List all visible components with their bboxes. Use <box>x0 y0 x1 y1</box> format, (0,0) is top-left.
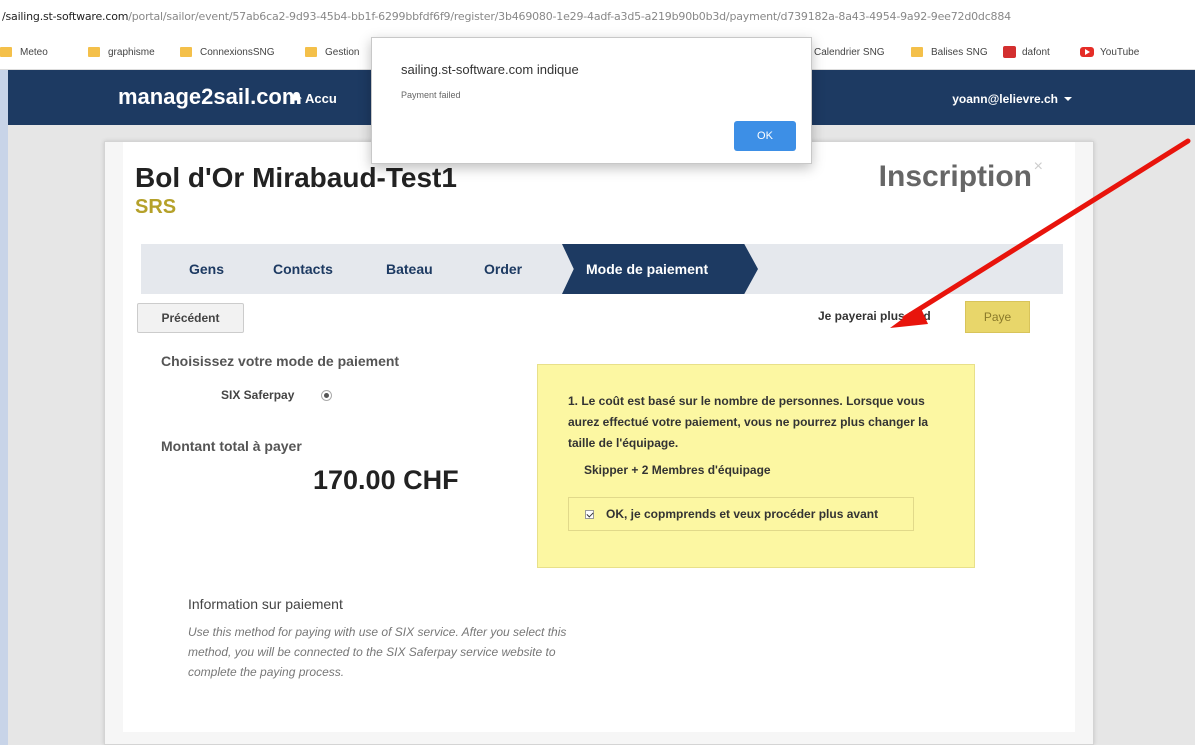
address-bar[interactable]: /sailing.st-software.com/portal/sailor/e… <box>0 0 1195 34</box>
bookmark-youtube[interactable]: YouTube <box>1080 44 1139 60</box>
bookmark-gestion[interactable]: Gestion <box>305 44 359 60</box>
event-title: Bol d'Or Mirabaud-Test1 <box>135 162 457 193</box>
confirm-checkbox-row[interactable]: OK, je copmprends et veux procéder plus … <box>568 497 914 531</box>
amount-label: Montant total à payer <box>161 438 302 454</box>
notice-text: 1. Le coût est basé sur le nombre de per… <box>568 394 929 450</box>
payment-option-label: SIX Saferpay <box>221 388 295 402</box>
tab-mode-de-paiement[interactable]: Mode de paiement <box>562 244 758 294</box>
payment-method-label: Choisissez votre mode de paiement <box>161 353 400 369</box>
tab-contacts[interactable]: Contacts <box>273 261 333 277</box>
close-icon[interactable]: × <box>1034 158 1043 176</box>
youtube-icon <box>1080 47 1094 57</box>
url-path: /portal/sailor/event/57ab6ca2-9d93-45b4-… <box>128 10 1011 23</box>
home-label: Accu <box>305 91 337 106</box>
url-host: /sailing.st-software.com <box>2 10 129 23</box>
step-navigation: Gens Contacts Bateau Order Mode de paiem… <box>141 244 1063 294</box>
home-link[interactable]: Accu <box>290 91 337 106</box>
folder-icon <box>88 47 100 57</box>
tab-gens[interactable]: Gens <box>189 261 224 277</box>
amount-value: 170.00 CHF <box>313 465 459 495</box>
pay-button[interactable]: Paye <box>965 301 1030 333</box>
alert-message: Payment failed <box>401 90 461 100</box>
confirm-label: OK, je copmprends et veux procéder plus … <box>606 507 879 521</box>
bookmark-meteo[interactable]: Meteo <box>0 44 48 60</box>
tab-bateau[interactable]: Bateau <box>386 261 433 277</box>
left-edge <box>0 70 8 745</box>
dafont-icon <box>1003 46 1016 58</box>
payment-option-radio[interactable] <box>321 390 332 401</box>
pay-later-link[interactable]: Je payerai plus tard <box>818 309 931 323</box>
alert-title: sailing.st-software.com indique <box>401 62 579 77</box>
confirm-checkbox[interactable] <box>585 509 594 519</box>
brand-logo[interactable]: manage2sail.com <box>118 84 301 110</box>
previous-button[interactable]: Précédent <box>137 303 244 333</box>
folder-icon <box>0 47 12 57</box>
registration-panel: Bol d'Or Mirabaud-Test1 SRS Inscription … <box>123 142 1075 732</box>
payment-info-heading: Information sur paiement <box>188 596 343 612</box>
bookmark-dafont[interactable]: dafont <box>1003 44 1050 60</box>
bookmark-balises-sng[interactable]: Balises SNG <box>911 44 988 60</box>
crew-summary: Skipper + 2 Membres d'équipage <box>584 463 771 477</box>
user-email: yoann@lelievre.ch <box>952 92 1058 106</box>
folder-icon <box>180 47 192 57</box>
crew-notice: 1. Le coût est basé sur le nombre de per… <box>537 364 975 568</box>
user-menu[interactable]: yoann@lelievre.ch <box>952 92 1072 106</box>
registration-modal: Bol d'Or Mirabaud-Test1 SRS Inscription … <box>104 141 1094 745</box>
alert-dialog: sailing.st-software.com indique Payment … <box>371 37 812 164</box>
bookmark-graphisme[interactable]: graphisme <box>88 44 155 60</box>
folder-icon <box>911 47 923 57</box>
home-icon <box>290 93 302 104</box>
class-label: SRS <box>135 196 177 218</box>
page-title: Inscription <box>878 160 1032 193</box>
alert-ok-button[interactable]: OK <box>734 121 796 151</box>
folder-icon <box>305 47 317 57</box>
tab-order[interactable]: Order <box>484 261 522 277</box>
chevron-down-icon <box>1064 97 1072 101</box>
bookmark-connexionssng[interactable]: ConnexionsSNG <box>180 44 274 60</box>
payment-info-text: Use this method for paying with use of S… <box>188 625 567 679</box>
bookmark-calendrier-sng[interactable]: Calendrier SNG <box>814 44 885 60</box>
